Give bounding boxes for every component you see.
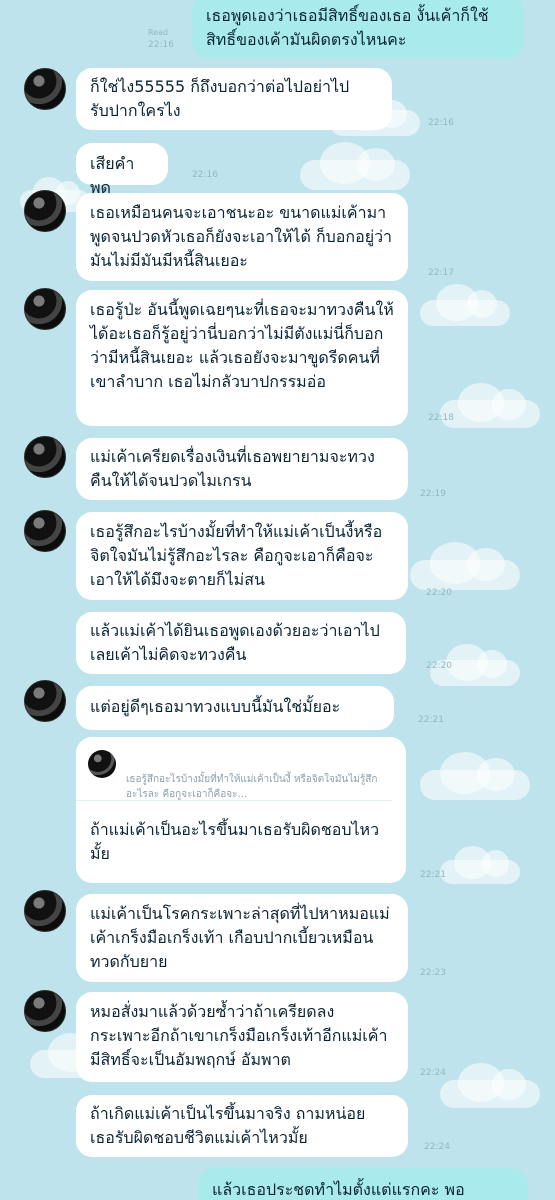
message-text: แล้วเธอประชดทำไมตั้งแต่แรกคะ พอ bbox=[212, 1180, 465, 1199]
incoming-message-bubble[interactable]: แม่เค้าเป็นโรคกระเพาะล่าสุดที่ไปหาหมอแม่… bbox=[76, 894, 408, 982]
message-time: 22:21 bbox=[418, 715, 444, 725]
message-text: เธอพูดเองว่าเธอมีสิทธิ์ของเธอ งั้นเค้าก็… bbox=[206, 6, 489, 49]
message-time: 22:16 bbox=[192, 170, 218, 180]
contact-avatar[interactable] bbox=[24, 510, 66, 552]
message-text: แล้วแม่เค้าได้ยินเธอพูดเองด้วยอะว่าเอาไป… bbox=[90, 621, 380, 664]
background-cloud bbox=[440, 845, 520, 884]
message-time: 22:19 bbox=[420, 489, 446, 499]
message-time: 22:20 bbox=[426, 588, 452, 598]
message-text: เธอรู้สึกอะไรบ้างมั้ยที่ทำให้แม่เค้าเป็น… bbox=[90, 522, 383, 589]
background-cloud bbox=[440, 1063, 540, 1108]
contact-avatar[interactable] bbox=[24, 680, 66, 722]
message-time: 22:21 bbox=[420, 870, 446, 880]
incoming-message-bubble[interactable]: แม่เค้าเครียดเรื่องเงินที่เธอพยายามจะทวง… bbox=[76, 438, 408, 500]
message-text: ถ้าแม่เค้าเป็นอะไรขึ้นมาเธอรับผิดชอบไหวม… bbox=[90, 820, 380, 863]
incoming-message-bubble[interactable]: ถ้าเกิดแม่เค้าเป็นไรขึ้นมาจริง ถามหน่อย … bbox=[76, 1095, 408, 1157]
background-cloud bbox=[420, 752, 530, 800]
background-cloud bbox=[300, 142, 410, 190]
message-text: เสียคำพูด bbox=[90, 154, 135, 197]
contact-avatar[interactable] bbox=[24, 990, 66, 1032]
message-text: เธอรู้ป่ะ อันนี้พูดเฉยๆนะที่เธอจะมาทวงคื… bbox=[90, 300, 394, 391]
quoted-avatar bbox=[88, 750, 116, 778]
message-time: 22:24 bbox=[420, 1068, 446, 1078]
incoming-message-bubble[interactable]: เสียคำพูด bbox=[76, 143, 168, 197]
message-time: 22:16 bbox=[148, 40, 174, 50]
incoming-message-bubble[interactable]: แต่อยู่ดีๆเธอมาทวงแบบนี้มันใช่มั้ยอะ bbox=[76, 686, 394, 730]
message-text: ก็ใช่ไง55555 ก็ถึงบอกว่าต่อไปอย่าไปรับปา… bbox=[90, 77, 350, 120]
chat-screen: เธอพูดเองว่าเธอมีสิทธิ์ของเธอ งั้นเค้าก็… bbox=[0, 0, 555, 1200]
outgoing-message-bubble[interactable]: แล้วเธอประชดทำไมตั้งแต่แรกคะ พอ bbox=[198, 1168, 528, 1200]
message-time: 22:18 bbox=[428, 413, 454, 423]
contact-avatar[interactable] bbox=[24, 890, 66, 932]
message-text: ถ้าเกิดแม่เค้าเป็นไรขึ้นมาจริง ถามหน่อย … bbox=[90, 1104, 366, 1147]
quoted-message-preview[interactable]: เธอรู้สึกอะไรบ้างมั้ยที่ทำให้แม่เค้าเป็น… bbox=[126, 772, 394, 802]
message-text: แต่อยู่ดีๆเธอมาทวงแบบนี้มันใช่มั้ยอะ bbox=[90, 697, 341, 716]
message-time: 22:16 bbox=[428, 118, 454, 128]
incoming-message-bubble[interactable]: เธอรู้ป่ะ อันนี้พูดเฉยๆนะที่เธอจะมาทวงคื… bbox=[76, 290, 408, 426]
reply-message-text-wrap: ถ้าแม่เค้าเป็นอะไรขึ้นมาเธอรับผิดชอบไหวม… bbox=[76, 814, 406, 878]
incoming-message-bubble[interactable]: เธอเหมือนคนจะเอาชนะอะ ขนาดแม่เค้ามาพูดจน… bbox=[76, 193, 408, 281]
incoming-message-bubble[interactable]: ก็ใช่ไง55555 ก็ถึงบอกว่าต่อไปอย่าไปรับปา… bbox=[76, 68, 392, 130]
contact-avatar[interactable] bbox=[24, 436, 66, 478]
background-cloud bbox=[410, 542, 520, 590]
contact-avatar[interactable] bbox=[24, 68, 66, 110]
incoming-message-bubble[interactable]: แล้วแม่เค้าได้ยินเธอพูดเองด้วยอะว่าเอาไป… bbox=[76, 612, 406, 674]
message-text: แม่เค้าเครียดเรื่องเงินที่เธอพยายามจะทวง… bbox=[90, 447, 375, 490]
message-text: หมอสั่งมาแล้วด้วยซ้ำว่าถ้าเครียดลงกระเพา… bbox=[90, 1002, 388, 1069]
reply-divider bbox=[76, 800, 392, 801]
background-cloud bbox=[420, 284, 510, 326]
read-receipt: Read bbox=[148, 28, 169, 37]
message-time: 22:17 bbox=[428, 268, 454, 278]
message-time: 22:24 bbox=[424, 1142, 450, 1152]
incoming-message-bubble[interactable]: เธอรู้สึกอะไรบ้างมั้ยที่ทำให้แม่เค้าเป็น… bbox=[76, 512, 408, 600]
message-time: 22:20 bbox=[426, 661, 452, 671]
message-time: 22:23 bbox=[420, 968, 446, 978]
message-text: แม่เค้าเป็นโรคกระเพาะล่าสุดที่ไปหาหมอแม่… bbox=[90, 904, 390, 971]
contact-avatar[interactable] bbox=[24, 288, 66, 330]
background-cloud bbox=[440, 383, 540, 428]
message-text: เธอเหมือนคนจะเอาชนะอะ ขนาดแม่เค้ามาพูดจน… bbox=[90, 203, 393, 270]
contact-avatar[interactable] bbox=[24, 190, 66, 232]
incoming-message-bubble[interactable]: หมอสั่งมาแล้วด้วยซ้ำว่าถ้าเครียดลงกระเพา… bbox=[76, 992, 408, 1082]
outgoing-message-bubble[interactable]: เธอพูดเองว่าเธอมีสิทธิ์ของเธอ งั้นเค้าก็… bbox=[192, 0, 524, 58]
